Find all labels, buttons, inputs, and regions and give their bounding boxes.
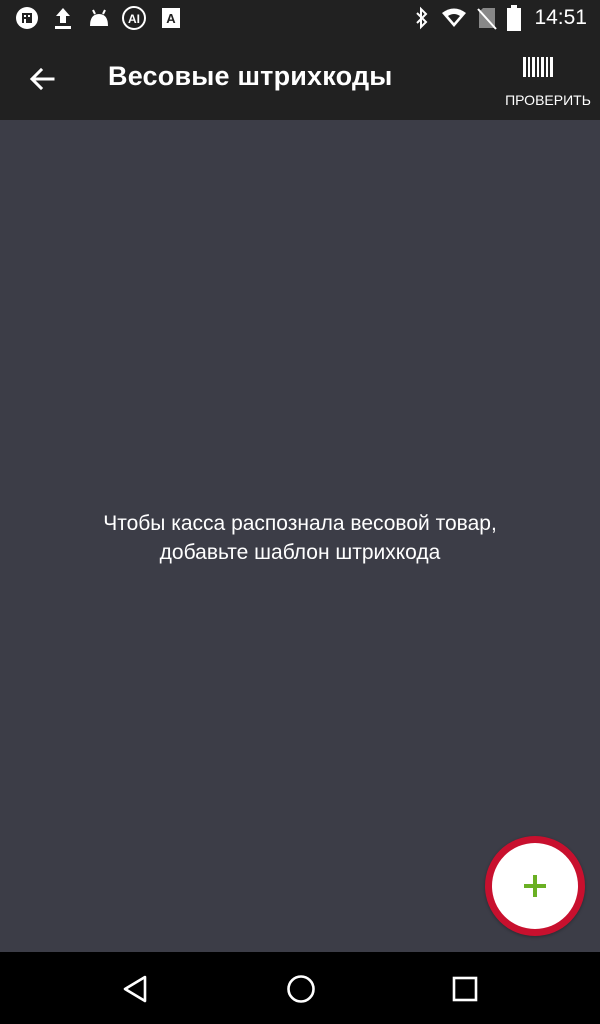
empty-state-message: Чтобы касса распознала весовой товар, до… xyxy=(0,509,600,567)
check-barcode-button[interactable]: ПРОВЕРИТЬ xyxy=(496,37,600,120)
upload-icon xyxy=(52,6,74,34)
arrow-back-icon xyxy=(29,67,55,91)
back-triangle-icon xyxy=(123,975,147,1003)
bluetooth-icon xyxy=(414,6,430,34)
home-circle-icon xyxy=(287,975,315,1003)
page-title: Весовые штрихкоды xyxy=(108,61,393,91)
ai-notification-icon: AI xyxy=(121,5,147,35)
text-notification-icon: A xyxy=(161,7,181,33)
nav-back-button[interactable] xyxy=(118,972,152,1010)
svg-text:AI: AI xyxy=(128,12,140,26)
check-barcode-label: ПРОВЕРИТЬ xyxy=(505,92,591,108)
android-icon xyxy=(87,6,111,34)
nav-home-button[interactable] xyxy=(284,972,318,1010)
empty-state-line-2: добавьте шаблон штрихкода xyxy=(159,541,441,564)
add-template-button[interactable] xyxy=(492,843,578,929)
plus-icon xyxy=(524,875,546,897)
shop-notification-icon xyxy=(15,6,39,34)
no-sim-icon xyxy=(477,6,497,34)
empty-state-line-1: Чтобы касса распознала весовой товар, xyxy=(103,512,497,535)
barcode-icon xyxy=(523,57,553,77)
status-bar: AI A 14:51 xyxy=(0,0,600,37)
navigation-bar xyxy=(0,952,600,1024)
recents-square-icon xyxy=(452,976,478,1002)
back-button[interactable] xyxy=(22,59,62,99)
wifi-icon xyxy=(441,7,467,33)
app-bar: Весовые штрихкоды ПРОВЕРИТЬ xyxy=(0,37,600,120)
svg-text:A: A xyxy=(166,11,176,26)
status-time: 14:51 xyxy=(534,6,587,29)
battery-icon xyxy=(507,5,521,35)
nav-recents-button[interactable] xyxy=(450,974,480,1008)
